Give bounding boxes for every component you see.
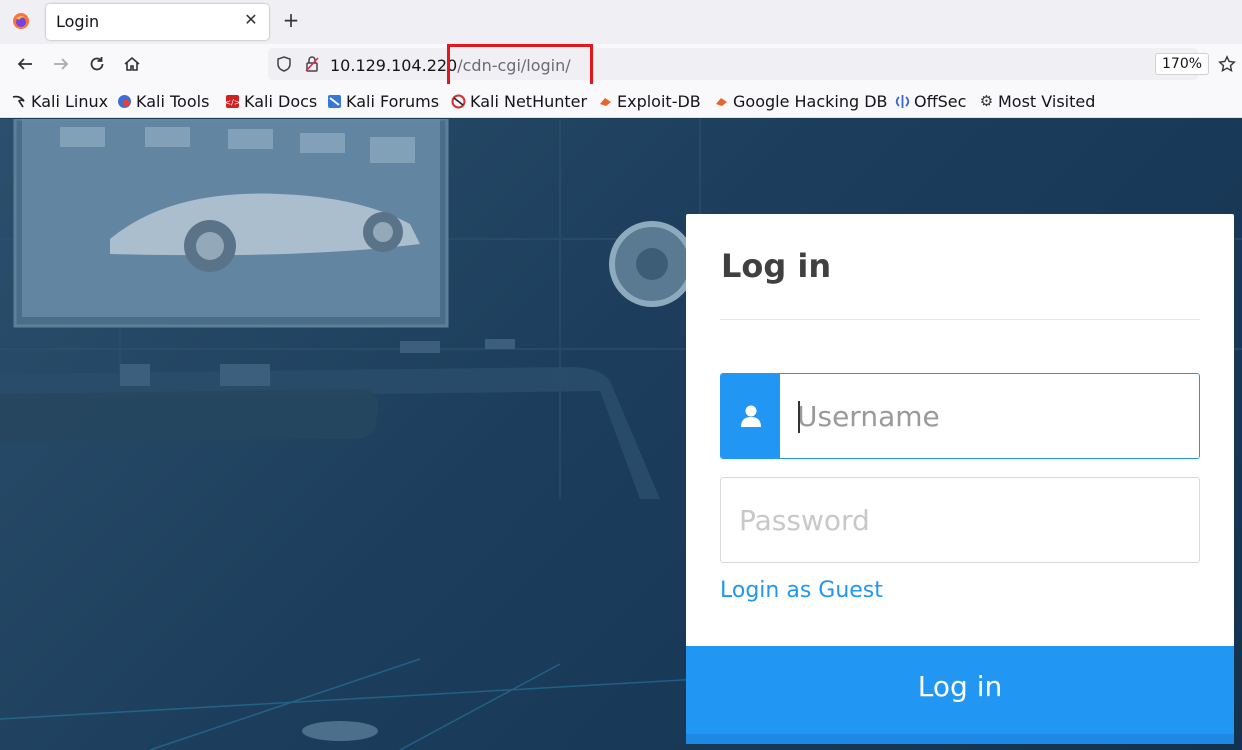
bookmark-exploit-db[interactable]: Exploit-DB [598, 91, 701, 111]
browser-tab[interactable]: Login ✕ [46, 4, 269, 40]
bookmark-kali-linux[interactable]: Kali Linux [12, 91, 109, 111]
bookmark-label: Most Visited [998, 91, 1096, 111]
bookmark-google-hacking-db[interactable]: Google Hacking DB [714, 91, 888, 111]
reload-icon[interactable] [85, 52, 109, 76]
gear-icon: ⚙ [979, 92, 994, 110]
login-card: Log in Login as Guest Log in [686, 214, 1234, 744]
bookmark-label: Kali Docs [244, 91, 318, 111]
ghdb-icon [714, 94, 729, 109]
bookmark-label: Kali Tools [136, 91, 210, 111]
login-as-guest-link[interactable]: Login as Guest [720, 578, 883, 603]
firefox-icon[interactable] [9, 9, 33, 33]
bookmark-kali-tools[interactable]: Kali Tools [117, 91, 210, 111]
nethunter-icon [451, 94, 466, 109]
url-bar[interactable]: 10.129.104.220/cdn-cgi/login/ [268, 48, 1198, 80]
bookmark-most-visited[interactable]: ⚙ Most Visited [979, 91, 1096, 111]
bookmark-label: Kali Linux [31, 91, 109, 111]
user-icon [721, 374, 780, 458]
bookmarks-toolbar: Kali Linux Kali Tools </> Kali Docs Kali… [0, 84, 1242, 118]
star-bookmark-icon[interactable] [1215, 52, 1239, 76]
bookmark-label: Kali Forums [346, 91, 440, 111]
home-icon[interactable] [120, 52, 144, 76]
url-host: 10.129.104.220 [330, 56, 458, 75]
bookmark-label: OffSec [914, 91, 967, 111]
kali-tools-icon [117, 94, 132, 109]
kali-docs-icon: </> [225, 94, 240, 109]
title-divider [720, 319, 1200, 320]
svg-text:</>: </> [225, 98, 240, 107]
text-caret [798, 401, 800, 433]
shield-icon[interactable] [275, 55, 293, 73]
bookmark-offsec[interactable]: OffSec [895, 91, 967, 111]
zoom-level-button[interactable]: 170% [1155, 53, 1210, 75]
back-arrow-icon[interactable] [13, 52, 37, 76]
tab-strip: Login ✕ + [0, 0, 1242, 44]
offsec-icon [895, 94, 910, 109]
insecure-lock-icon[interactable] [303, 55, 321, 73]
login-page: Log in Login as Guest Log in [0, 119, 1242, 750]
bookmark-kali-forums[interactable]: Kali Forums [327, 91, 440, 111]
bookmark-label: Exploit-DB [617, 91, 701, 111]
kali-forums-icon [327, 94, 342, 109]
bookmark-label: Google Hacking DB [733, 91, 888, 111]
navigation-bar: 10.129.104.220/cdn-cgi/login/ 170% [0, 44, 1242, 84]
bookmark-kali-nethunter[interactable]: Kali NetHunter [451, 91, 588, 111]
kali-dragon-icon [12, 94, 27, 109]
username-field-group [720, 373, 1200, 459]
bookmark-label: Kali NetHunter [470, 91, 588, 111]
tab-title: Login [56, 12, 100, 31]
password-input[interactable] [720, 477, 1200, 563]
close-icon[interactable]: ✕ [242, 11, 260, 29]
login-button[interactable]: Log in [686, 646, 1234, 744]
new-tab-button[interactable]: + [281, 9, 301, 31]
forward-arrow-icon[interactable] [49, 52, 73, 76]
card-title: Log in [721, 247, 832, 285]
exploit-db-icon [598, 94, 613, 109]
bookmark-kali-docs[interactable]: </> Kali Docs [225, 91, 318, 111]
username-input[interactable] [780, 374, 1199, 458]
